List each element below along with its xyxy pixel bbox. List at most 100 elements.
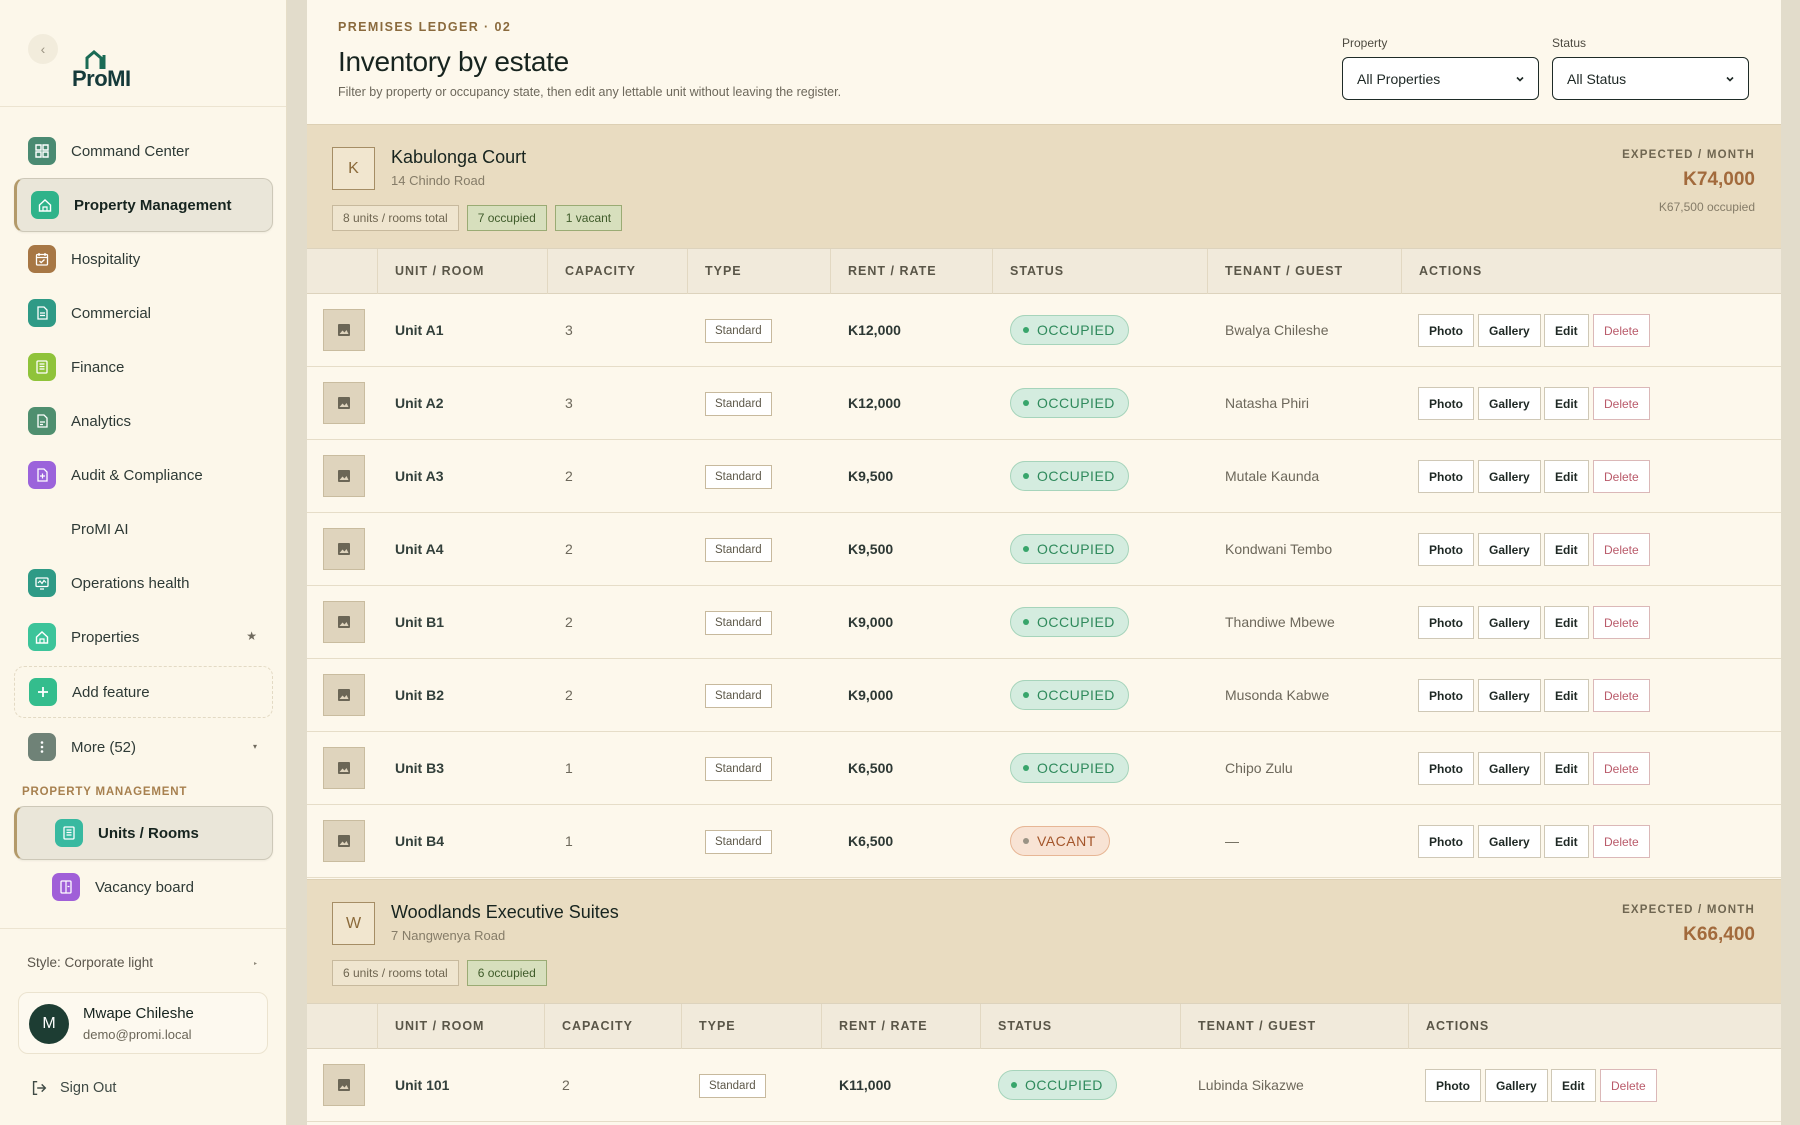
status-text: OCCUPIED [1025,1077,1103,1093]
nav-item-promi-ai[interactable]: ProMI AI [14,502,273,556]
unit-photo-thumbnail[interactable] [323,455,365,497]
gallery-button[interactable]: Gallery [1478,460,1541,493]
nav-item-commercial[interactable]: Commercial [14,286,273,340]
style-selector[interactable]: Style: Corporate light [27,955,153,970]
estate-name[interactable]: Kabulonga Court [391,147,526,168]
photo-button[interactable]: Photo [1418,752,1474,785]
image-icon [338,762,350,774]
photo-button[interactable]: Photo [1418,314,1474,347]
user-email: demo@promi.local [83,1027,192,1042]
edit-button[interactable]: Edit [1544,533,1589,566]
delete-button[interactable]: Delete [1593,387,1650,420]
unit-type-badge: Standard [705,319,772,343]
property-select[interactable]: All Properties [1342,57,1539,100]
status-select[interactable]: All Status [1552,57,1749,100]
unit-photo-thumbnail[interactable] [323,528,365,570]
unit-photo-thumbnail[interactable] [323,601,365,643]
estate-address: 14 Chindo Road [391,173,485,188]
gallery-button[interactable]: Gallery [1485,1069,1548,1102]
unit-name[interactable]: Unit B2 [395,687,444,703]
star-icon[interactable]: ★ [246,629,257,643]
edit-button[interactable]: Edit [1544,460,1589,493]
nav-item-command-center[interactable]: Command Center [14,124,273,178]
table-row: Unit 101 2 Standard K11,000 OCCUPIED Lub… [307,1049,1781,1122]
delete-button[interactable]: Delete [1593,606,1650,639]
gallery-button[interactable]: Gallery [1478,533,1541,566]
nav-item-analytics[interactable]: Analytics [14,394,273,448]
unit-photo-thumbnail[interactable] [323,382,365,424]
nav-label: Property Management [74,196,232,214]
edit-button[interactable]: Edit [1544,752,1589,785]
status-dot [1023,327,1029,333]
nav-item-properties[interactable]: Properties ★ [14,610,273,664]
nav-item-property-management[interactable]: Property Management [14,178,273,232]
nav-item-operations-health[interactable]: Operations health [14,556,273,610]
delete-button[interactable]: Delete [1593,314,1650,347]
column-divider [980,1004,981,1050]
nav-item-audit-compliance[interactable]: Audit & Compliance [14,448,273,502]
table-row: Unit A1 3 Standard K12,000 OCCUPIED Bwal… [307,294,1781,367]
tenant-name: Lubinda Sikazwe [1198,1077,1304,1093]
edit-button[interactable]: Edit [1544,825,1589,858]
chevron-down-icon [1726,76,1734,82]
user-card[interactable]: M Mwape Chileshe demo@promi.local [18,992,268,1054]
property-select-value: All Properties [1357,70,1441,87]
nav-label: Units / Rooms [98,824,199,842]
nav-item-units-rooms[interactable]: Units / Rooms [14,806,273,860]
delete-button[interactable]: Delete [1593,533,1650,566]
column-divider [377,1004,378,1050]
unit-name[interactable]: Unit B4 [395,833,444,849]
photo-button[interactable]: Photo [1418,825,1474,858]
unit-name[interactable]: Unit A3 [395,468,443,484]
photo-button[interactable]: Photo [1425,1069,1481,1102]
nav-item-finance[interactable]: Finance [14,340,273,394]
unit-capacity: 2 [562,1077,570,1093]
photo-button[interactable]: Photo [1418,460,1474,493]
estate-name[interactable]: Woodlands Executive Suites [391,902,619,923]
unit-photo-thumbnail[interactable] [323,309,365,351]
edit-button[interactable]: Edit [1544,314,1589,347]
unit-name[interactable]: Unit A1 [395,322,443,338]
nav-item-hospitality[interactable]: Hospitality [14,232,273,286]
gallery-button[interactable]: Gallery [1478,314,1541,347]
gallery-button[interactable]: Gallery [1478,387,1541,420]
home-icon [31,191,59,219]
gutter [287,0,307,1125]
logo[interactable]: ProMI [72,50,134,91]
delete-button[interactable]: Delete [1593,679,1650,712]
edit-button[interactable]: Edit [1544,606,1589,639]
unit-photo-thumbnail[interactable] [323,747,365,789]
unit-name[interactable]: Unit A4 [395,541,443,557]
nav-item-more-52[interactable]: More (52) ▾ [14,720,273,774]
photo-button[interactable]: Photo [1418,387,1474,420]
gallery-button[interactable]: Gallery [1478,825,1541,858]
unit-photo-thumbnail[interactable] [323,674,365,716]
count-chip: 1 vacant [554,205,623,231]
photo-button[interactable]: Photo [1418,679,1474,712]
nav-item-vacancy-board[interactable]: Vacancy board [14,860,273,914]
unit-capacity: 3 [565,395,573,411]
delete-button[interactable]: Delete [1593,825,1650,858]
nav-item-add-feature[interactable]: Add feature [14,666,273,718]
edit-button[interactable]: Edit [1544,679,1589,712]
sign-out-button[interactable]: Sign Out [30,1079,116,1097]
unit-name[interactable]: Unit A2 [395,395,443,411]
collapse-sidebar-button[interactable]: ‹ [28,34,58,64]
delete-button[interactable]: Delete [1600,1069,1657,1102]
photo-button[interactable]: Photo [1418,606,1474,639]
unit-name[interactable]: Unit B3 [395,760,444,776]
gallery-button[interactable]: Gallery [1478,606,1541,639]
unit-photo-thumbnail[interactable] [323,1064,365,1106]
edit-button[interactable]: Edit [1544,387,1589,420]
unit-name[interactable]: Unit 101 [395,1077,449,1093]
edit-button[interactable]: Edit [1551,1069,1596,1102]
gallery-button[interactable]: Gallery [1478,752,1541,785]
unit-name[interactable]: Unit B1 [395,614,444,630]
column-header: UNIT / ROOM [395,1019,485,1033]
right-gutter [1781,0,1800,1125]
delete-button[interactable]: Delete [1593,752,1650,785]
photo-button[interactable]: Photo [1418,533,1474,566]
unit-photo-thumbnail[interactable] [323,820,365,862]
delete-button[interactable]: Delete [1593,460,1650,493]
gallery-button[interactable]: Gallery [1478,679,1541,712]
